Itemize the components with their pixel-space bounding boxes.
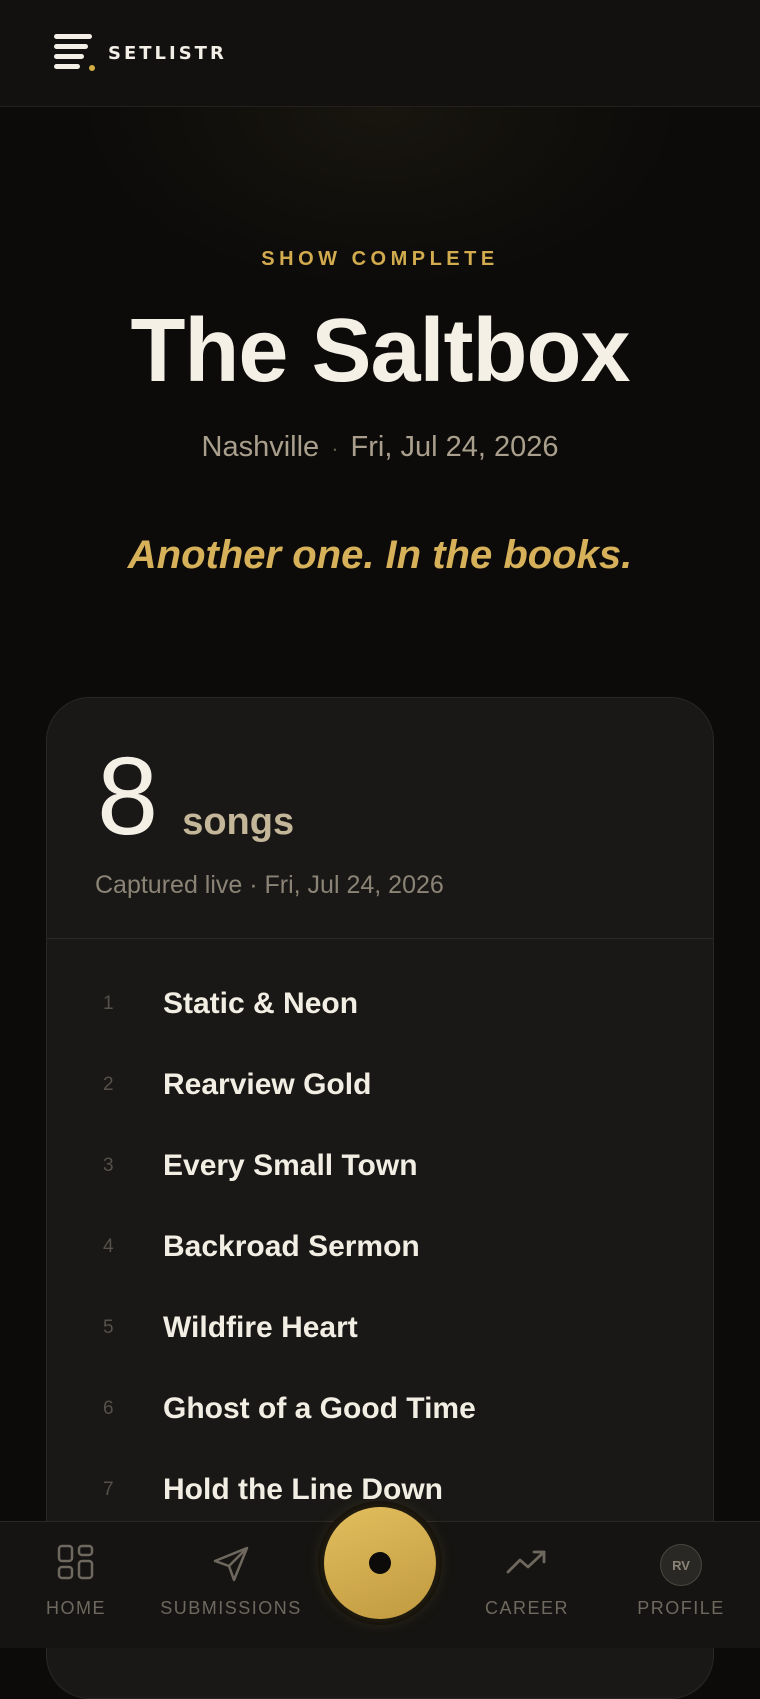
paper-plane-icon bbox=[211, 1544, 251, 1588]
card-divider bbox=[47, 938, 713, 939]
song-item[interactable]: 5 Wildfire Heart bbox=[47, 1287, 713, 1368]
song-title: Rearview Gold bbox=[163, 1067, 372, 1101]
nav-career[interactable]: CAREER bbox=[452, 1522, 602, 1648]
song-item[interactable]: 2 Rearview Gold bbox=[47, 1044, 713, 1125]
nav-submissions[interactable]: SUBMISSIONS bbox=[156, 1522, 306, 1648]
song-item[interactable]: 1 Static & Neon bbox=[47, 963, 713, 1044]
trending-up-icon bbox=[506, 1548, 548, 1582]
song-title: Hold the Line Down bbox=[163, 1472, 443, 1506]
city-label: Nashville bbox=[201, 431, 320, 463]
song-title: Ghost of a Good Time bbox=[163, 1391, 476, 1425]
song-number: 2 bbox=[103, 1073, 114, 1095]
song-number: 5 bbox=[103, 1316, 114, 1338]
record-button[interactable] bbox=[318, 1501, 442, 1625]
song-number: 1 bbox=[103, 992, 114, 1014]
nav-profile[interactable]: RV PROFILE bbox=[606, 1522, 756, 1648]
song-title: Every Small Town bbox=[163, 1148, 418, 1182]
nav-home[interactable]: HOME bbox=[1, 1522, 151, 1648]
song-item[interactable]: 6 Ghost of a Good Time bbox=[47, 1368, 713, 1449]
logo-icon bbox=[54, 34, 96, 72]
top-bar: SETLISTR bbox=[0, 0, 760, 107]
song-title: Wildfire Heart bbox=[163, 1310, 358, 1344]
date-label: Fri, Jul 24, 2026 bbox=[350, 431, 559, 463]
song-list: 1 Static & Neon 2 Rearview Gold 3 Every … bbox=[47, 963, 713, 1530]
song-item[interactable]: 3 Every Small Town bbox=[47, 1125, 713, 1206]
song-title: Backroad Sermon bbox=[163, 1229, 420, 1263]
record-icon bbox=[324, 1507, 436, 1619]
grid-icon bbox=[57, 1544, 95, 1586]
nav-career-label: CAREER bbox=[484, 1598, 569, 1618]
nav-home-label: HOME bbox=[46, 1598, 106, 1618]
song-number: 6 bbox=[103, 1397, 114, 1419]
song-title: Static & Neon bbox=[163, 986, 359, 1020]
avatar-initials: RV bbox=[660, 1544, 702, 1586]
song-item[interactable]: 4 Backroad Sermon bbox=[47, 1206, 713, 1287]
show-status-eyebrow: SHOW COMPLETE bbox=[261, 248, 499, 270]
song-count-number: 8 bbox=[97, 735, 159, 858]
venue-title: The Saltbox bbox=[130, 301, 630, 401]
app-logo[interactable]: SETLISTR bbox=[54, 34, 227, 72]
tagline: Another one. In the books. bbox=[127, 533, 633, 577]
song-count: 8 songs bbox=[97, 742, 294, 852]
captured-caption: Captured live · Fri, Jul 24, 2026 bbox=[95, 871, 444, 899]
nav-profile-label: PROFILE bbox=[637, 1598, 725, 1618]
meta-separator: · bbox=[331, 436, 339, 461]
avatar: RV bbox=[660, 1544, 702, 1586]
nav-submissions-label: SUBMISSIONS bbox=[160, 1598, 302, 1618]
song-number: 4 bbox=[103, 1235, 114, 1257]
song-number: 3 bbox=[103, 1154, 114, 1176]
song-number: 7 bbox=[103, 1478, 114, 1500]
app-name: SETLISTR bbox=[108, 42, 227, 64]
show-meta: Nashville · Fri, Jul 24, 2026 bbox=[0, 431, 760, 464]
song-count-label: songs bbox=[182, 801, 295, 843]
